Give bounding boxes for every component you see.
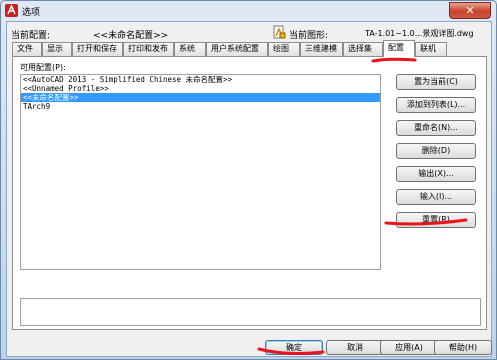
set-current-button[interactable]: 置为当前(C)	[396, 74, 476, 90]
tab-files[interactable]: 文件	[12, 42, 42, 56]
list-item[interactable]: <<Unnamed Profile>>	[21, 84, 380, 93]
current-profile-label: 当前配置:	[11, 31, 51, 41]
profile-actions: 置为当前(C) 添加到列表(L)... 重命名(N)... 删除(D) 输出(X…	[396, 74, 476, 235]
tab-system[interactable]: 系统	[174, 42, 206, 56]
apply-button[interactable]: 应用(A)	[380, 340, 438, 355]
export-button[interactable]: 输出(X)...	[396, 166, 476, 182]
tab-profiles[interactable]: 配置	[383, 40, 415, 57]
tab-open-save[interactable]: 打开和保存	[72, 42, 123, 56]
list-item[interactable]: <<未命名配置>>	[21, 93, 380, 102]
import-button[interactable]: 输入(I)...	[396, 189, 476, 205]
close-icon: ✕	[465, 4, 475, 17]
title-bar[interactable]: 选项 ✕	[1, 1, 496, 20]
options-dialog: 选项 ✕ 当前配置: <<未命名配置>> 当前图形: TA-1.01~1.0..…	[0, 0, 497, 360]
current-profile-value: <<未命名配置>>	[93, 31, 169, 41]
add-to-list-button[interactable]: 添加到列表(L)...	[396, 97, 476, 113]
dialog-buttons: 确定 取消 应用(A) 帮助(H)	[7, 340, 492, 358]
header-info: 当前配置: <<未命名配置>> 当前图形: TA-1.01~1.0...景观详图…	[7, 24, 491, 42]
tab-plot-publish[interactable]: 打印和发布	[123, 42, 174, 56]
cancel-button[interactable]: 取消	[326, 340, 384, 355]
window-title: 选项	[22, 8, 41, 18]
close-button[interactable]: ✕	[449, 2, 491, 19]
list-item[interactable]: <<AutoCAD 2013 - Simplified Chinese 未命名配…	[21, 75, 380, 84]
list-item[interactable]: TArch9	[21, 102, 380, 111]
tab-online[interactable]: 联机	[415, 42, 447, 56]
tab-drafting[interactable]: 绘图	[268, 42, 300, 56]
drawing-file-icon	[273, 25, 286, 39]
rename-button[interactable]: 重命名(N)...	[396, 120, 476, 136]
available-profiles-label: 可用配置(P):	[20, 63, 66, 72]
tab-selection[interactable]: 选择集	[343, 42, 383, 56]
tab-display[interactable]: 显示	[42, 42, 72, 56]
delete-button[interactable]: 删除(D)	[396, 143, 476, 159]
profiles-panel: 可用配置(P): <<AutoCAD 2013 - Simplified Chi…	[12, 56, 487, 330]
autocad-app-icon	[5, 4, 18, 17]
tab-3d-modeling[interactable]: 三维建模	[300, 42, 343, 56]
current-drawing-value: TA-1.01~1.0...景观详图.dwg	[365, 29, 474, 38]
dialog-body: 当前配置: <<未命名配置>> 当前图形: TA-1.01~1.0...景观详图…	[6, 21, 492, 357]
tab-user-preferences[interactable]: 用户系统配置	[206, 42, 268, 56]
current-drawing-label: 当前图形:	[289, 31, 329, 41]
profile-description-box	[20, 298, 481, 326]
profiles-list[interactable]: <<AutoCAD 2013 - Simplified Chinese 未命名配…	[20, 74, 381, 270]
reset-button[interactable]: 重置(R)	[396, 212, 476, 228]
help-button[interactable]: 帮助(H)	[434, 340, 492, 355]
ok-button[interactable]: 确定	[265, 340, 323, 355]
